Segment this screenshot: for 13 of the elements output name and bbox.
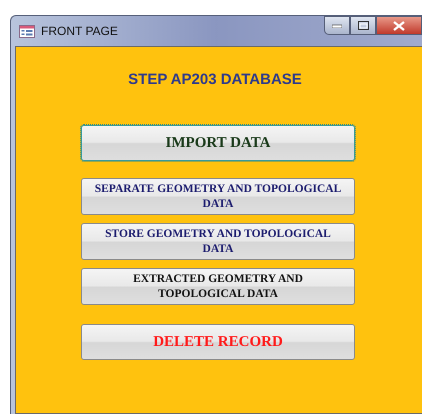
form-button[interactable]: IMPORT DATA	[81, 125, 355, 161]
form-button[interactable]: EXTRACTED GEOMETRY AND TOPOLOGICAL DATA	[81, 268, 355, 305]
close-button[interactable]	[376, 16, 422, 35]
window-title: FRONT PAGE	[41, 24, 118, 38]
maximize-icon	[358, 21, 368, 30]
minimize-icon	[332, 24, 342, 28]
form-heading: STEP AP203 DATABASE	[127, 71, 303, 88]
form-button[interactable]: STORE GEOMETRY AND TOPOLOGICAL DATA	[81, 223, 355, 260]
form-button[interactable]: SEPARATE GEOMETRY AND TOPOLOGICAL DATA	[81, 178, 355, 215]
minimize-button[interactable]	[324, 16, 350, 35]
form-icon	[19, 24, 35, 38]
close-icon	[393, 20, 405, 30]
maximize-button[interactable]	[350, 16, 376, 35]
